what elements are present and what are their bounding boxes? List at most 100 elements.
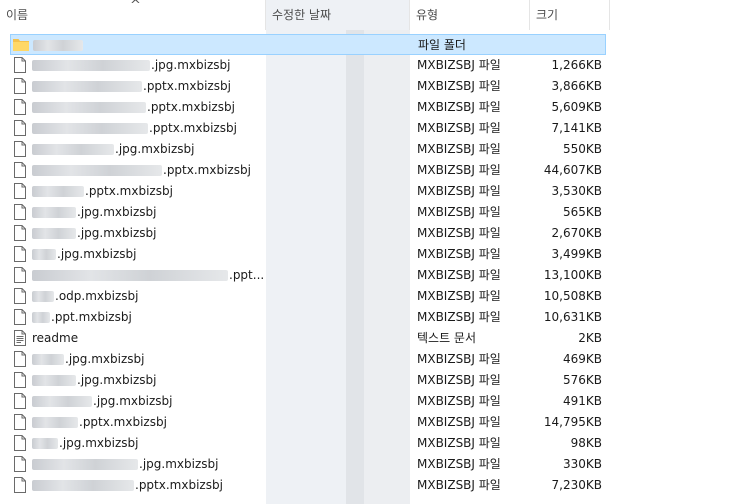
- folder-icon: [13, 38, 29, 55]
- file-name: .jpg.mxbizsbj: [32, 139, 194, 160]
- file-row[interactable]: .pptx.mxbizsbj MXBIZSBJ 파일 44,607KB: [10, 160, 606, 181]
- file-name: .pptx.mxbizsbj: [32, 181, 173, 202]
- redacted-name: [32, 123, 148, 134]
- file-row[interactable]: .jpg.mxbizsbj MXBIZSBJ 파일 2,670KB: [10, 223, 606, 244]
- file-type: MXBIZSBJ 파일: [417, 436, 501, 450]
- redacted-name: [33, 40, 83, 51]
- file-row[interactable]: .jpg.mxbizsbj MXBIZSBJ 파일 98KB: [10, 433, 606, 454]
- file-row[interactable]: .jpg.mxbizsbj MXBIZSBJ 파일 491KB: [10, 391, 606, 412]
- file-name-text: .jpg.mxbizsbj: [93, 394, 173, 408]
- file-name-text: .pptx.mxbizsbj: [135, 478, 223, 492]
- column-header-type[interactable]: 유형: [410, 0, 530, 30]
- redacted-name: [32, 207, 76, 218]
- file-row[interactable]: .pptx.mxbizsbj MXBIZSBJ 파일 3,530KB: [10, 181, 606, 202]
- column-size-label: 크기: [536, 8, 559, 22]
- file-row[interactable]: .jpg.mxbizsbj MXBIZSBJ 파일 1,266KB: [10, 55, 606, 76]
- file-name-text: .jpg.mxbizsbj: [139, 457, 219, 471]
- file-size: 10,631KB: [543, 310, 602, 324]
- file-icon: [14, 141, 28, 158]
- file-icon: [14, 414, 28, 431]
- redacted-name: [32, 396, 92, 407]
- file-row[interactable]: .jpg.mxbizsbj MXBIZSBJ 파일 469KB: [10, 349, 606, 370]
- redacted-name: [32, 249, 56, 260]
- column-type-label: 유형: [416, 8, 439, 22]
- redacted-name: [32, 417, 78, 428]
- file-icon: [14, 183, 28, 200]
- file-row[interactable]: .pptx.mxbizsbj MXBIZSBJ 파일 7,230KB: [10, 475, 606, 496]
- file-name-text: .jpg.mxbizsbj: [77, 373, 157, 387]
- file-name: [33, 35, 84, 56]
- redacted-name: [32, 375, 76, 386]
- column-header-date[interactable]: 수정한 날짜: [266, 0, 410, 30]
- file-name-text: .odp.mxbizsbj: [55, 289, 139, 303]
- file-name-text: .jpg.mxbizsbj: [59, 436, 139, 450]
- file-size: 2KB: [578, 331, 602, 345]
- column-header-size[interactable]: 크기: [530, 0, 610, 30]
- redacted-name: [32, 186, 84, 197]
- file-icon: [14, 162, 28, 179]
- file-name: .jpg.mxbizsbj: [32, 223, 156, 244]
- file-row[interactable]: .odp.mxbizsbj MXBIZSBJ 파일 10,508KB: [10, 286, 606, 307]
- file-name: .jpg.mxbizsbj: [32, 433, 138, 454]
- file-icon: [14, 246, 28, 263]
- file-type: 파일 폴더: [418, 38, 466, 52]
- file-type: MXBIZSBJ 파일: [417, 184, 501, 198]
- file-type: MXBIZSBJ 파일: [417, 415, 501, 429]
- file-row[interactable]: .pptx.mxbizsbj MXBIZSBJ 파일 3,866KB: [10, 76, 606, 97]
- file-row[interactable]: .jpg.mxbizsbj MXBIZSBJ 파일 565KB: [10, 202, 606, 223]
- file-name: .jpg.mxbizsbj: [32, 370, 156, 391]
- file-type: MXBIZSBJ 파일: [417, 373, 501, 387]
- file-icon: [14, 78, 28, 95]
- file-row[interactable]: .ppt.mxbizsbj MXBIZSBJ 파일 10,631KB: [10, 307, 606, 328]
- file-name: .jpg.mxbizsbj: [32, 202, 156, 223]
- file-icon: [14, 435, 28, 452]
- file-name-text: .jpg.mxbizsbj: [115, 142, 195, 156]
- file-size: 14,795KB: [543, 415, 602, 429]
- redacted-name: [32, 81, 142, 92]
- file-row[interactable]: .jpg.mxbizsbj MXBIZSBJ 파일 576KB: [10, 370, 606, 391]
- file-type: MXBIZSBJ 파일: [417, 226, 501, 240]
- file-row[interactable]: .jpg.mxbizsbj MXBIZSBJ 파일 330KB: [10, 454, 606, 475]
- file-type: MXBIZSBJ 파일: [417, 247, 501, 261]
- file-name: .ppt.mxbizsbj: [32, 307, 132, 328]
- redacted-name: [32, 165, 162, 176]
- file-row[interactable]: .ppt... MXBIZSBJ 파일 13,100KB: [10, 265, 606, 286]
- file-type: MXBIZSBJ 파일: [417, 394, 501, 408]
- file-type: MXBIZSBJ 파일: [417, 121, 501, 135]
- file-type: 텍스트 문서: [417, 331, 477, 345]
- file-size: 44,607KB: [543, 163, 602, 177]
- file-icon: [14, 351, 28, 368]
- file-name-text: readme: [32, 331, 79, 345]
- file-row[interactable]: .jpg.mxbizsbj MXBIZSBJ 파일 3,499KB: [10, 244, 606, 265]
- file-row[interactable]: readme 텍스트 문서 2KB: [10, 328, 606, 349]
- file-name-text: .jpg.mxbizsbj: [77, 226, 157, 240]
- column-date-label: 수정한 날짜: [272, 8, 332, 22]
- redacted-name: [32, 228, 76, 239]
- file-size: 491KB: [562, 394, 602, 408]
- file-size: 550KB: [562, 142, 602, 156]
- file-size: 2,670KB: [551, 226, 602, 240]
- file-row[interactable]: .pptx.mxbizsbj MXBIZSBJ 파일 14,795KB: [10, 412, 606, 433]
- file-size: 3,530KB: [551, 184, 602, 198]
- file-name: .jpg.mxbizsbj: [32, 349, 144, 370]
- file-icon: [14, 477, 28, 494]
- file-name-text: .pptx.mxbizsbj: [149, 121, 237, 135]
- file-type: MXBIZSBJ 파일: [417, 457, 501, 471]
- file-row[interactable]: .pptx.mxbizsbj MXBIZSBJ 파일 7,141KB: [10, 118, 606, 139]
- file-type: MXBIZSBJ 파일: [417, 142, 501, 156]
- file-row[interactable]: .pptx.mxbizsbj MXBIZSBJ 파일 5,609KB: [10, 97, 606, 118]
- folder-row[interactable]: 파일 폴더: [10, 34, 606, 55]
- file-name-text: .pptx.mxbizsbj: [79, 415, 167, 429]
- file-size: 5,609KB: [551, 100, 602, 114]
- file-size: 1,266KB: [551, 58, 602, 72]
- file-type: MXBIZSBJ 파일: [417, 289, 501, 303]
- file-name: .pptx.mxbizsbj: [32, 76, 231, 97]
- file-type: MXBIZSBJ 파일: [417, 268, 501, 282]
- file-type: MXBIZSBJ 파일: [417, 478, 501, 492]
- file-name-text: .jpg.mxbizsbj: [57, 247, 137, 261]
- file-name-text: .jpg.mxbizsbj: [151, 58, 231, 72]
- file-row[interactable]: .jpg.mxbizsbj MXBIZSBJ 파일 550KB: [10, 139, 606, 160]
- file-icon: [14, 309, 28, 326]
- file-name: .pptx.mxbizsbj: [32, 412, 167, 433]
- redacted-name: [32, 438, 58, 449]
